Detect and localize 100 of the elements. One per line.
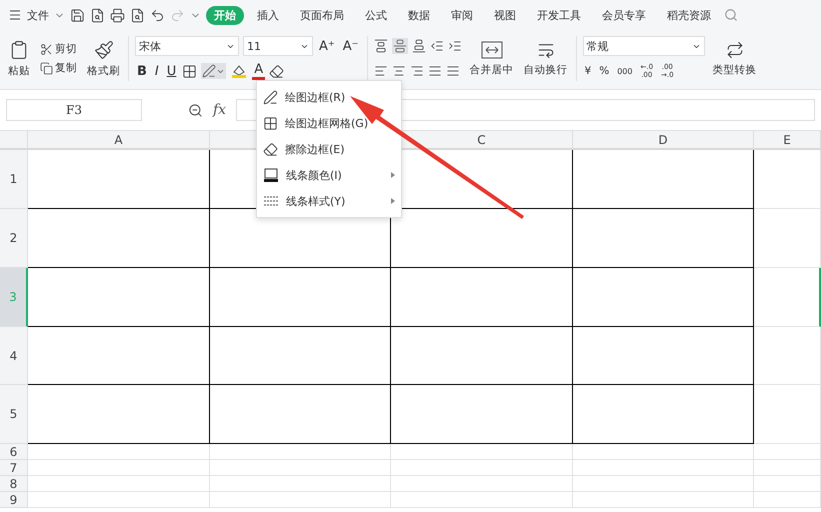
format-painter-button[interactable]: 格式刷	[85, 32, 122, 85]
menu-item[interactable]: 擦除边框(E)	[257, 136, 401, 162]
copy-icon	[40, 62, 53, 74]
fill-color-icon[interactable]	[230, 63, 248, 79]
file-menu[interactable]: 文件	[27, 8, 49, 22]
draw-border-button[interactable]	[201, 63, 226, 79]
table-cell[interactable]	[573, 385, 754, 444]
row-header[interactable]: 8	[0, 476, 28, 492]
font-name-field[interactable]: 宋体	[135, 36, 239, 56]
ribbon-tab[interactable]: 开发工具	[529, 6, 589, 24]
wrap-text-button[interactable]: 自动换行	[522, 32, 570, 85]
pen-icon	[263, 90, 278, 104]
ribbon-tab[interactable]: 页面布局	[292, 6, 352, 24]
menu-item[interactable]: 绘图边框(R)	[257, 84, 401, 110]
preview-icon[interactable]	[130, 8, 145, 22]
pen-icon	[202, 64, 216, 78]
undo-icon[interactable]	[150, 8, 165, 22]
grid-icon	[263, 116, 278, 130]
export-icon[interactable]	[90, 8, 105, 22]
table-cell[interactable]	[573, 268, 754, 327]
indent-increase-icon[interactable]	[448, 39, 462, 53]
column-header[interactable]: E	[754, 131, 821, 150]
table-cell[interactable]	[210, 385, 391, 444]
align-right-icon[interactable]	[410, 64, 424, 78]
ribbon-tab[interactable]: 插入	[249, 6, 287, 24]
indent-decrease-icon[interactable]	[430, 39, 444, 53]
submenu-arrow-icon	[391, 172, 395, 178]
clipboard-icon	[9, 40, 29, 60]
currency-button[interactable]: ¥	[582, 65, 594, 77]
number-format-field[interactable]: 常规	[582, 36, 705, 56]
fx-label[interactable]: fx	[213, 102, 226, 118]
distribute-icon[interactable]	[446, 64, 460, 78]
percent-button[interactable]: %	[597, 65, 612, 77]
align-middle-button[interactable]	[392, 38, 408, 54]
underline-button[interactable]: U	[164, 64, 178, 78]
align-left-icon[interactable]	[374, 64, 388, 78]
menu-icon[interactable]	[8, 8, 22, 22]
save-icon[interactable]	[70, 8, 85, 22]
table-cell[interactable]	[28, 385, 210, 444]
menu-item[interactable]: 线条样式(Y)	[257, 188, 401, 214]
table-cell[interactable]	[573, 150, 754, 209]
convert-icon	[726, 40, 744, 58]
brush-icon	[94, 40, 114, 60]
table-cell[interactable]	[573, 327, 754, 385]
table-cell[interactable]	[391, 327, 573, 385]
bold-button[interactable]: B	[135, 64, 149, 78]
table-cell[interactable]	[28, 209, 210, 268]
grow-font-button[interactable]: A⁺	[317, 38, 337, 54]
align-top-icon[interactable]	[374, 39, 388, 53]
clear-icon[interactable]	[269, 64, 284, 78]
align-bottom-icon[interactable]	[412, 39, 426, 53]
submenu-arrow-icon	[391, 198, 395, 204]
menu-item[interactable]: 绘图边框网格(G)	[257, 110, 401, 136]
ribbon-tab[interactable]: 数据	[400, 6, 438, 24]
row-header[interactable]: 9	[0, 492, 28, 508]
table-cell[interactable]	[210, 327, 391, 385]
merge-center-button[interactable]: 合并居中	[468, 32, 516, 85]
ribbon-tab[interactable]: 公式	[357, 6, 395, 24]
ribbon-tab[interactable]: 会员专享	[594, 6, 654, 24]
justify-icon[interactable]	[428, 64, 442, 78]
row-header[interactable]: 7	[0, 460, 28, 476]
search-icon[interactable]	[724, 8, 738, 22]
name-box[interactable]: F3	[6, 99, 142, 121]
table-cell[interactable]	[28, 327, 210, 385]
table-cell[interactable]	[210, 268, 391, 327]
row-header[interactable]: 2	[0, 209, 28, 268]
type-convert-button[interactable]: 类型转换	[710, 32, 759, 85]
print-icon[interactable]	[110, 8, 125, 22]
scissors-icon	[40, 42, 53, 56]
table-cell[interactable]	[754, 268, 821, 327]
paste-button[interactable]: 粘贴	[6, 32, 32, 85]
row-header[interactable]: 1	[0, 150, 28, 209]
zoom-icon[interactable]	[188, 102, 203, 118]
row-header[interactable]: 4	[0, 327, 28, 385]
borders-icon[interactable]	[182, 64, 198, 78]
merge-cells-icon	[480, 40, 503, 58]
font-size-value: 11	[247, 40, 261, 52]
row-header[interactable]: 5	[0, 385, 28, 444]
ribbon-tab[interactable]: 视图	[486, 6, 524, 24]
ribbon-tab[interactable]: 稻壳资源	[659, 6, 719, 24]
menu-item[interactable]: 线条颜色(I)	[257, 162, 401, 188]
cut-button[interactable]: 剪切	[38, 42, 79, 56]
italic-button[interactable]: I	[152, 64, 161, 78]
eraser-icon	[263, 142, 278, 156]
line-color-icon	[263, 167, 279, 183]
font-size-field[interactable]: 11	[243, 36, 313, 56]
align-center-icon[interactable]	[392, 64, 406, 78]
row-header[interactable]: 6	[0, 444, 28, 460]
ribbon-tab[interactable]: 审阅	[443, 6, 481, 24]
table-cell[interactable]	[28, 268, 210, 327]
align-middle-icon	[392, 39, 407, 53]
shrink-font-button[interactable]: A⁻	[340, 38, 361, 54]
table-cell[interactable]	[573, 209, 754, 268]
copy-button[interactable]: 复制	[38, 61, 79, 75]
table-cell[interactable]	[391, 385, 573, 444]
thousands-button[interactable]: 000	[615, 66, 634, 76]
column-header[interactable]: D	[573, 131, 754, 150]
table-cell[interactable]	[28, 150, 210, 209]
column-header[interactable]: A	[28, 131, 210, 150]
table-cell[interactable]	[391, 268, 573, 327]
